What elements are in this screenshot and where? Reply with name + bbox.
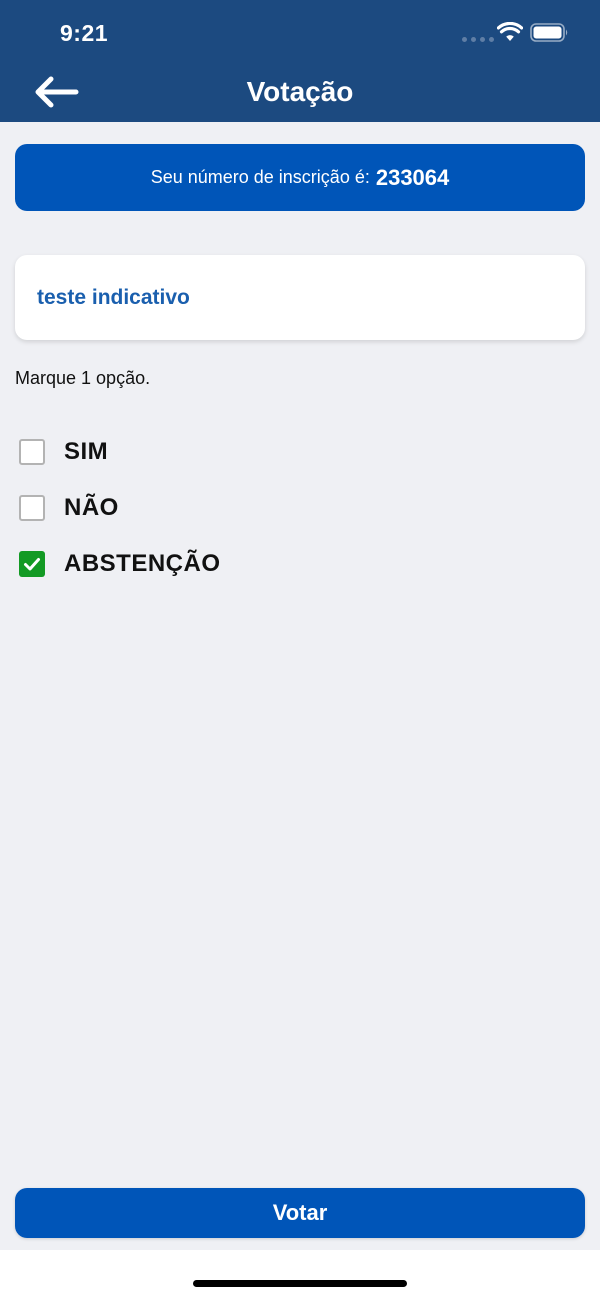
options-list: SIM NÃO ABSTENÇÃO xyxy=(19,424,221,592)
checkbox-unchecked-icon[interactable] xyxy=(19,439,45,465)
signal-dots-icon xyxy=(462,37,494,42)
status-bar: 9:21 xyxy=(0,0,600,64)
home-indicator[interactable] xyxy=(193,1280,407,1287)
registration-number: 233064 xyxy=(375,164,450,190)
wifi-icon xyxy=(497,22,523,41)
vote-button[interactable]: Votar xyxy=(15,1188,585,1238)
battery-icon xyxy=(530,23,568,42)
registration-banner: Seu número de inscrição é: 233064 xyxy=(15,144,585,211)
option-label: NÃO xyxy=(64,494,119,521)
option-abstencao[interactable]: ABSTENÇÃO xyxy=(19,536,221,592)
checkbox-unchecked-icon[interactable] xyxy=(19,495,45,521)
question-card: teste indicativo xyxy=(15,255,585,340)
option-sim[interactable]: SIM xyxy=(19,424,221,480)
bottom-safe-area xyxy=(0,1250,600,1299)
app-header: 9:21 Votação xyxy=(0,0,600,122)
nav-bar: Votação xyxy=(0,64,600,122)
instruction-text: Marque 1 opção. xyxy=(15,368,151,388)
checkbox-checked-icon[interactable] xyxy=(19,551,45,577)
option-label: SIM xyxy=(64,438,109,465)
question-title: teste indicativo xyxy=(37,285,190,309)
option-nao[interactable]: NÃO xyxy=(19,480,221,536)
registration-label: Seu número de inscrição é: xyxy=(150,167,370,187)
status-time: 9:21 xyxy=(60,20,109,46)
checkmark-icon xyxy=(24,558,40,571)
option-label: ABSTENÇÃO xyxy=(64,550,221,577)
page-title: Votação xyxy=(246,76,354,107)
